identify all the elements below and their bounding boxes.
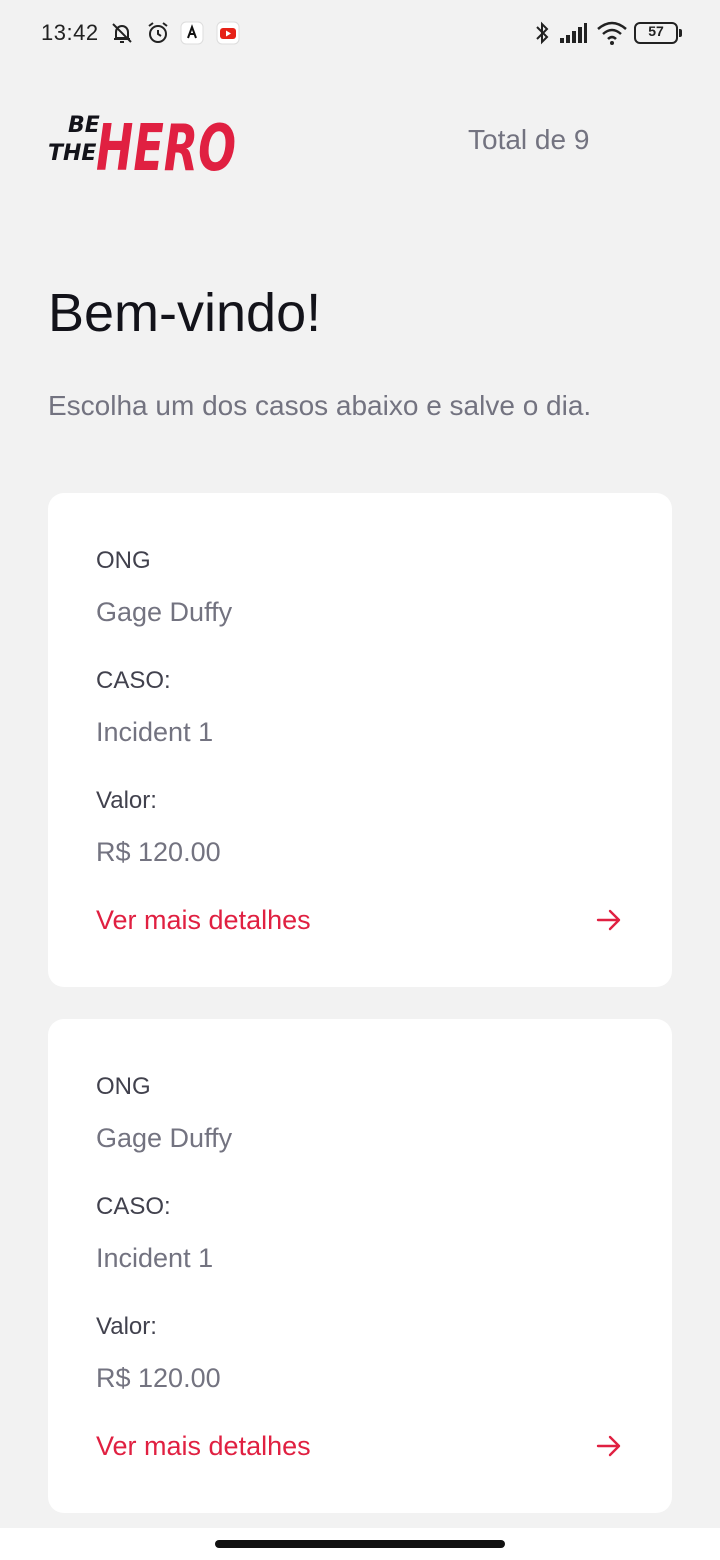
value-label: Valor: [96, 1313, 157, 1340]
bell-muted-icon [108, 20, 136, 46]
ong-value: Gage Duffy [96, 597, 233, 627]
ong-label: ONG [96, 1073, 151, 1100]
logo-word-hero: HERO [96, 112, 236, 182]
bluetooth-icon [532, 20, 552, 46]
status-bar: 13:42 57 [0, 0, 720, 66]
case-label: CASO: [96, 1193, 171, 1220]
home-indicator[interactable] [215, 1540, 505, 1548]
details-link[interactable]: Ver mais detalhes [96, 905, 311, 936]
navigation-bar [0, 1528, 720, 1560]
page-title: Bem-vindo! [48, 283, 322, 343]
arrow-right-icon[interactable] [596, 1433, 622, 1459]
case-card: ONG Gage Duffy CASO: Incident 1 Valor: R… [48, 1019, 672, 1513]
ong-label: ONG [96, 547, 151, 574]
page-subtitle: Escolha um dos casos abaixo e salve o di… [48, 390, 592, 421]
total-cases-label: Total de 9 [468, 124, 590, 155]
alarm-icon [144, 20, 172, 46]
status-time: 13:42 [41, 20, 99, 45]
arrow-right-icon[interactable] [596, 907, 622, 933]
app-screen: 13:42 57 BE THE HERO Total de 9 Bem-vind… [0, 0, 720, 1560]
be-the-hero-logo: BE THE HERO [48, 112, 236, 182]
case-label: CASO: [96, 667, 171, 694]
value-label: Valor: [96, 787, 157, 814]
case-value: Incident 1 [96, 1243, 214, 1273]
ong-value: Gage Duffy [96, 1123, 233, 1153]
details-link[interactable]: Ver mais detalhes [96, 1431, 311, 1462]
value-amount: R$ 120.00 [96, 837, 221, 867]
signal-icon [558, 20, 588, 46]
battery-indicator: 57 [634, 22, 682, 44]
battery-level: 57 [648, 23, 664, 39]
youtube-icon [216, 20, 240, 46]
wifi-icon [596, 20, 628, 46]
app-icon [180, 20, 204, 46]
case-value: Incident 1 [96, 717, 214, 747]
logo-line-the: THE [48, 141, 96, 166]
case-card: ONG Gage Duffy CASO: Incident 1 Valor: R… [48, 493, 672, 987]
value-amount: R$ 120.00 [96, 1363, 221, 1393]
